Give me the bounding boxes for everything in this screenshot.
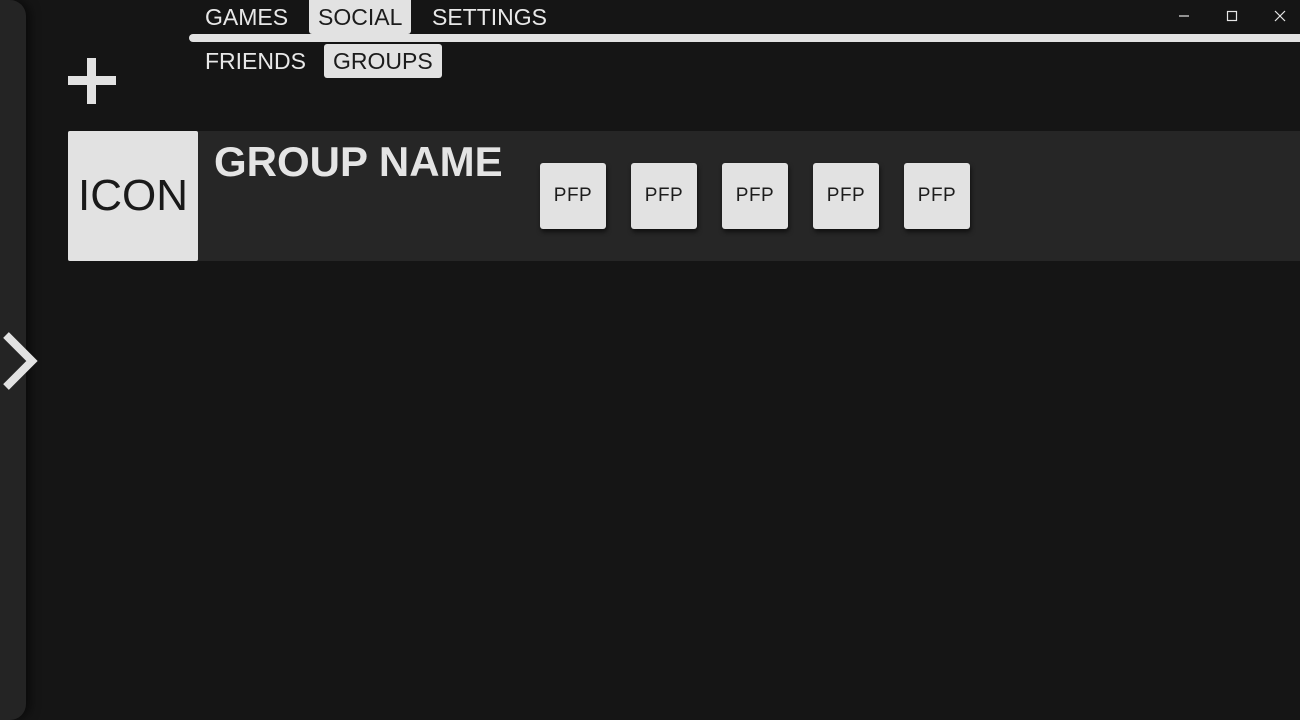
add-group-button[interactable] [66, 56, 118, 108]
tab-divider [189, 34, 1300, 42]
member-avatar[interactable]: PFP [904, 163, 970, 229]
group-card[interactable]: ICON GROUP NAME PFP PFP PFP PFP PFP [68, 131, 1300, 261]
maximize-icon [1226, 10, 1238, 22]
tab-games[interactable]: GAMES [196, 0, 297, 34]
sidebar-toggle-button[interactable] [0, 330, 42, 392]
minimize-icon [1179, 15, 1189, 17]
member-avatar[interactable]: PFP [540, 163, 606, 229]
group-icon: ICON [68, 131, 198, 261]
tab-social[interactable]: SOCIAL [309, 0, 412, 34]
app-window: GAMES SOCIAL SETTINGS FRIENDS GROUPS ICO… [0, 0, 1300, 720]
maximize-button[interactable] [1220, 4, 1244, 28]
minimize-button[interactable] [1172, 4, 1196, 28]
close-icon [1274, 10, 1286, 22]
close-button[interactable] [1268, 4, 1292, 28]
chevron-right-icon [3, 332, 38, 390]
tab-settings[interactable]: SETTINGS [423, 0, 556, 34]
subtab-friends[interactable]: FRIENDS [196, 44, 315, 78]
member-avatar[interactable]: PFP [722, 163, 788, 229]
subtab-groups[interactable]: GROUPS [324, 44, 442, 78]
plus-icon [68, 58, 116, 104]
member-avatar[interactable]: PFP [631, 163, 697, 229]
group-name: GROUP NAME [214, 138, 503, 185]
member-avatar[interactable]: PFP [813, 163, 879, 229]
